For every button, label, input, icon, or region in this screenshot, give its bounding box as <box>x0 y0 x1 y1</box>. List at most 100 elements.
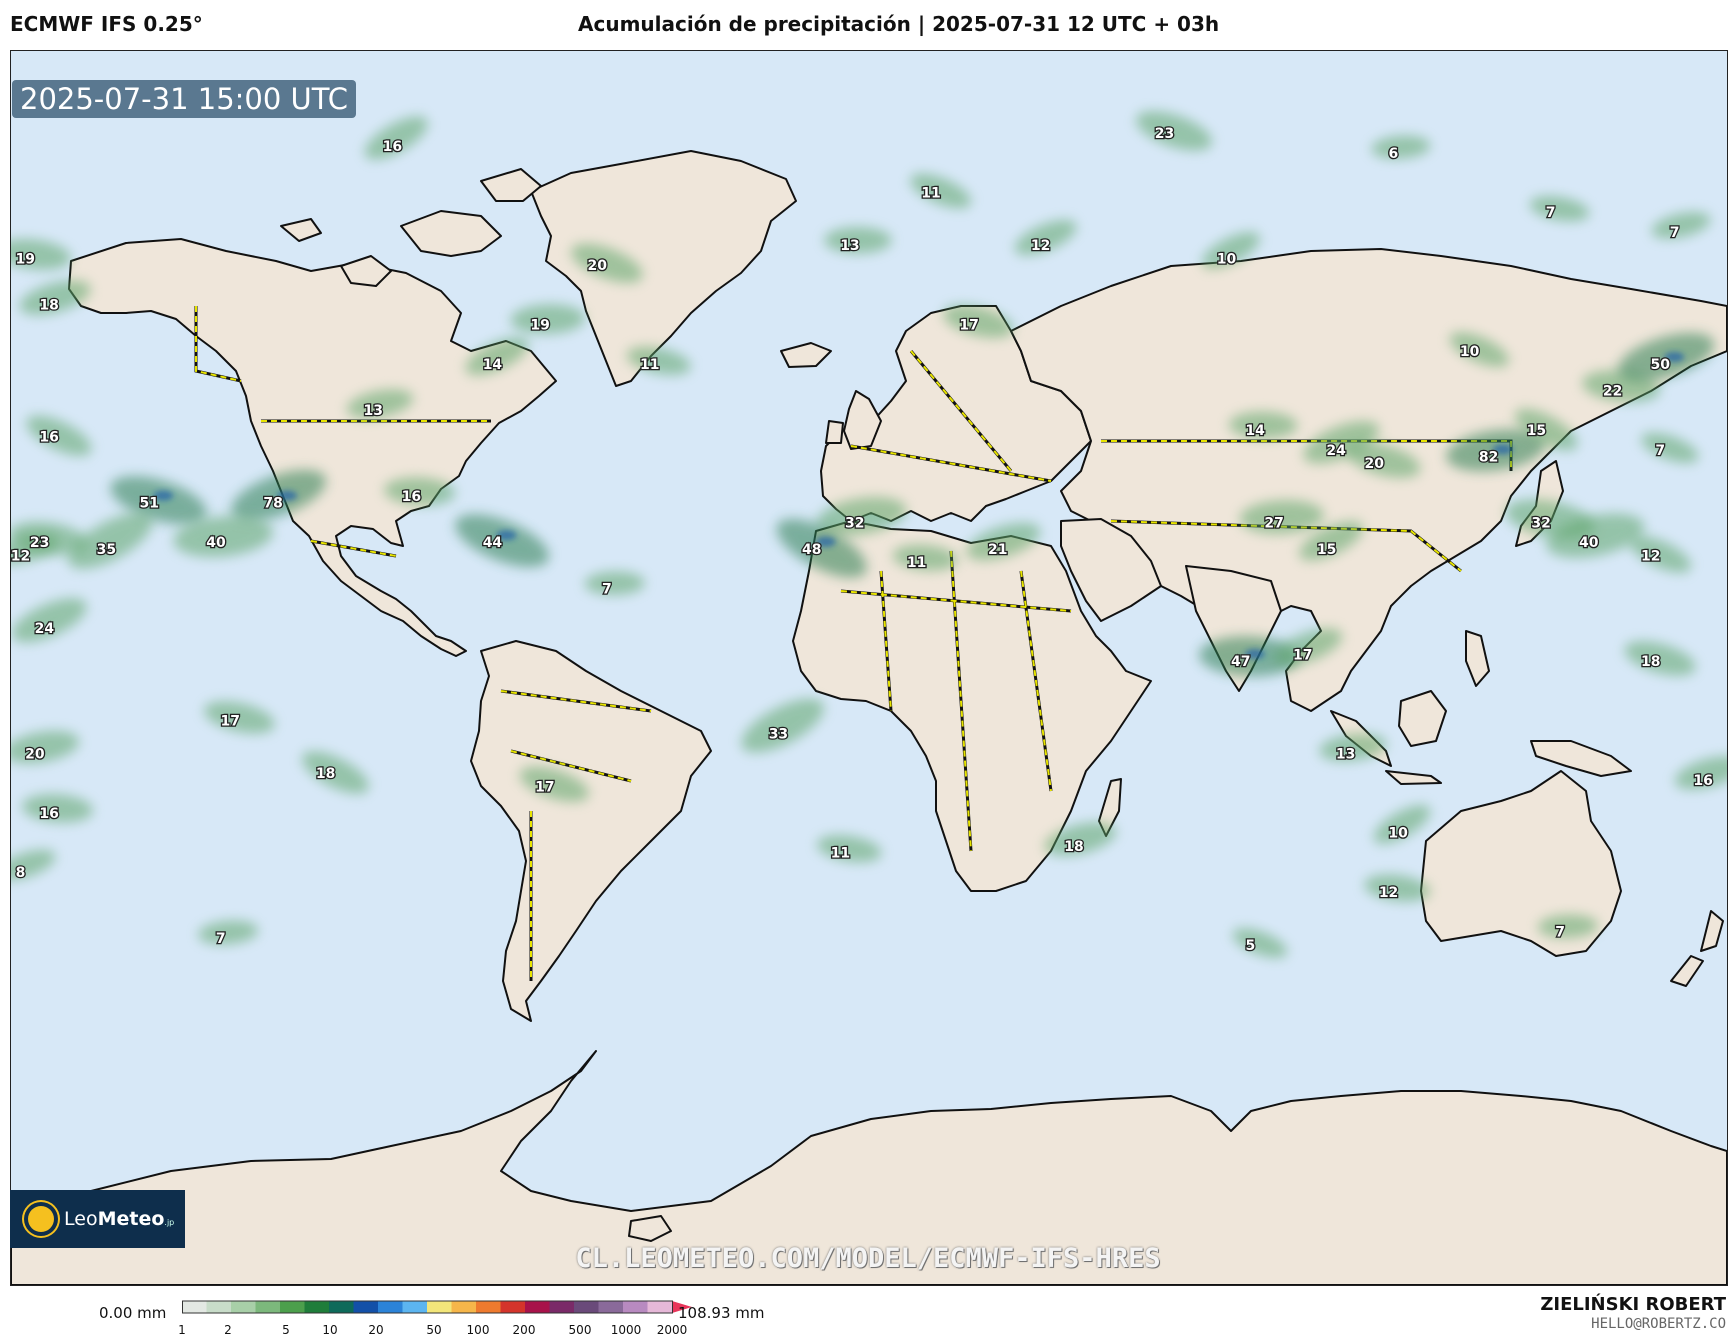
leometeo-logo[interactable]: LeoMeteo.jp <box>10 1190 185 1248</box>
precip-value-label: 16 <box>39 430 58 446</box>
colorbar-tick-label: 10 <box>322 1323 338 1337</box>
precip-value-label: 82 <box>1479 449 1498 465</box>
precip-value-label: 7 <box>1555 925 1565 941</box>
colorbar-tick-label: 500 <box>568 1323 592 1337</box>
colorbar-segment <box>598 1301 624 1313</box>
colorbar-tick-label: 100 <box>466 1323 490 1337</box>
colorbar-tick-label: 1000 <box>610 1323 642 1337</box>
precip-area <box>302 751 369 794</box>
precip-value-label: 24 <box>1326 443 1346 459</box>
precip-value-label: 6 <box>1388 146 1398 162</box>
precip-value-label: 27 <box>1264 515 1283 531</box>
colorbar-tick-label: 200 <box>512 1323 536 1337</box>
colorbar-tick-label: 2 <box>224 1323 232 1337</box>
footer: 0.00 mm 1 2 5 10 20 50 100 200 500 1000 2000 108.9… <box>0 1290 1736 1339</box>
precip-value-label: 7 <box>1670 225 1680 241</box>
arctic-island <box>400 210 502 257</box>
arctic-island <box>280 218 322 242</box>
colorbar-segment <box>623 1301 648 1313</box>
precip-value-label: 11 <box>831 845 850 861</box>
colorbar-tick-label: 1 <box>178 1323 186 1337</box>
asia-landmass <box>1010 248 1727 712</box>
colorbar-segment <box>549 1301 575 1313</box>
precip-value-label: 13 <box>840 238 859 254</box>
precip-value-label: 16 <box>383 139 402 155</box>
precip-value-label: 23 <box>1155 126 1174 142</box>
precip-value-label: 15 <box>1527 423 1546 439</box>
colorbar-segment <box>304 1301 330 1313</box>
iceland-landmass <box>780 342 832 368</box>
precip-area <box>584 571 645 596</box>
precip-value-label: 16 <box>39 806 58 822</box>
world-map: 161918201914 1113161678514035231244724172… <box>11 111 1727 1285</box>
colorbar-segment <box>280 1301 305 1313</box>
precip-value-label: 17 <box>221 713 240 729</box>
precip-value-label: 11 <box>640 357 659 373</box>
precip-value-label: 11 <box>907 555 926 571</box>
precip-value-label: 21 <box>988 542 1007 558</box>
precip-value-label: 10 <box>1388 826 1408 842</box>
precip-area <box>364 116 428 160</box>
precip-value-label: 44 <box>483 535 503 551</box>
precip-value-label: 7 <box>602 581 612 597</box>
source-url[interactable]: CL.LEOMETEO.COM/MODEL/ECMWF-IFS-HRES <box>0 1243 1736 1274</box>
precip-value-label: 40 <box>1579 535 1599 551</box>
precip-value-label: 12 <box>1641 548 1660 564</box>
colorbar-min-label: 0.00 mm <box>99 1304 167 1322</box>
author-email[interactable]: HELLO@ROBERTZ.CO <box>1591 1316 1726 1332</box>
precip-area <box>741 698 825 753</box>
precip-area <box>1232 928 1288 958</box>
new-zealand-landmass <box>1670 955 1704 987</box>
precip-value-label: 12 <box>1379 885 1398 901</box>
precip-value-label: 40 <box>206 535 226 551</box>
precip-value-label: 18 <box>316 766 335 782</box>
precip-value-label: 47 <box>1231 654 1250 670</box>
ireland-landmass <box>825 420 844 444</box>
map-panel[interactable]: 16 19 18 20 19 14 11 13 16 16 78 51 40 35 23 12 44 7 24 17 2… <box>10 50 1728 1286</box>
precip-value-label: 35 <box>97 542 116 558</box>
precip-value-label: 23 <box>30 535 49 551</box>
colorbar-segment <box>206 1301 232 1313</box>
north-america-landmass <box>68 238 557 657</box>
precip-value-label: 16 <box>1693 773 1712 789</box>
colorbar-segment <box>353 1301 379 1313</box>
colorbar-tick-label: 2000 <box>656 1323 688 1337</box>
precip-value-label: 10 <box>1217 251 1237 267</box>
colorbar-segment <box>574 1301 599 1313</box>
precip-value-label: 51 <box>139 496 158 512</box>
precip-value-label: 24 <box>35 621 55 637</box>
precip-value-label: 8 <box>16 865 26 881</box>
colorbar-segment <box>500 1301 526 1313</box>
valid-time-badge: 2025-07-31 15:00 UTC <box>12 80 357 118</box>
precip-value-label: 32 <box>845 515 864 531</box>
precip-value-label: 22 <box>1603 383 1622 399</box>
precip-value-label: 13 <box>1336 746 1355 762</box>
precip-value-label: 18 <box>1064 839 1083 855</box>
author-name: ZIELIŃSKI ROBERT <box>1540 1294 1726 1315</box>
precip-area <box>1641 432 1699 464</box>
colorbar-segment <box>255 1301 281 1313</box>
precip-value-label: 17 <box>1293 647 1312 663</box>
sun-icon <box>28 1206 54 1232</box>
colorbar-segment <box>647 1301 673 1313</box>
precip-value-label: 18 <box>1641 654 1660 670</box>
precip-area <box>26 415 92 456</box>
chart-title: Acumulación de precipitación | 2025-07-3… <box>578 12 1220 36</box>
borneo-landmass <box>1398 690 1447 747</box>
precip-value-label: 20 <box>25 746 45 762</box>
logo-wordmark: LeoMeteo.jp <box>64 1208 175 1230</box>
colorbar-segment <box>231 1301 256 1313</box>
new-zealand-landmass <box>1700 910 1724 952</box>
precip-value-label: 32 <box>1531 515 1550 531</box>
model-title: ECMWF IFS 0.25° <box>10 12 203 36</box>
precip-value-label: 20 <box>588 258 608 274</box>
colorbar-segment <box>451 1301 477 1313</box>
precip-value-label: 10 <box>1460 344 1480 360</box>
colorbar <box>182 1300 692 1314</box>
java-landmass <box>1385 770 1442 785</box>
precip-value-label: 17 <box>959 317 978 333</box>
precip-area <box>11 730 80 764</box>
philippines-landmass <box>1465 630 1490 687</box>
colorbar-segment <box>402 1301 428 1313</box>
colorbar-segment <box>427 1301 452 1313</box>
